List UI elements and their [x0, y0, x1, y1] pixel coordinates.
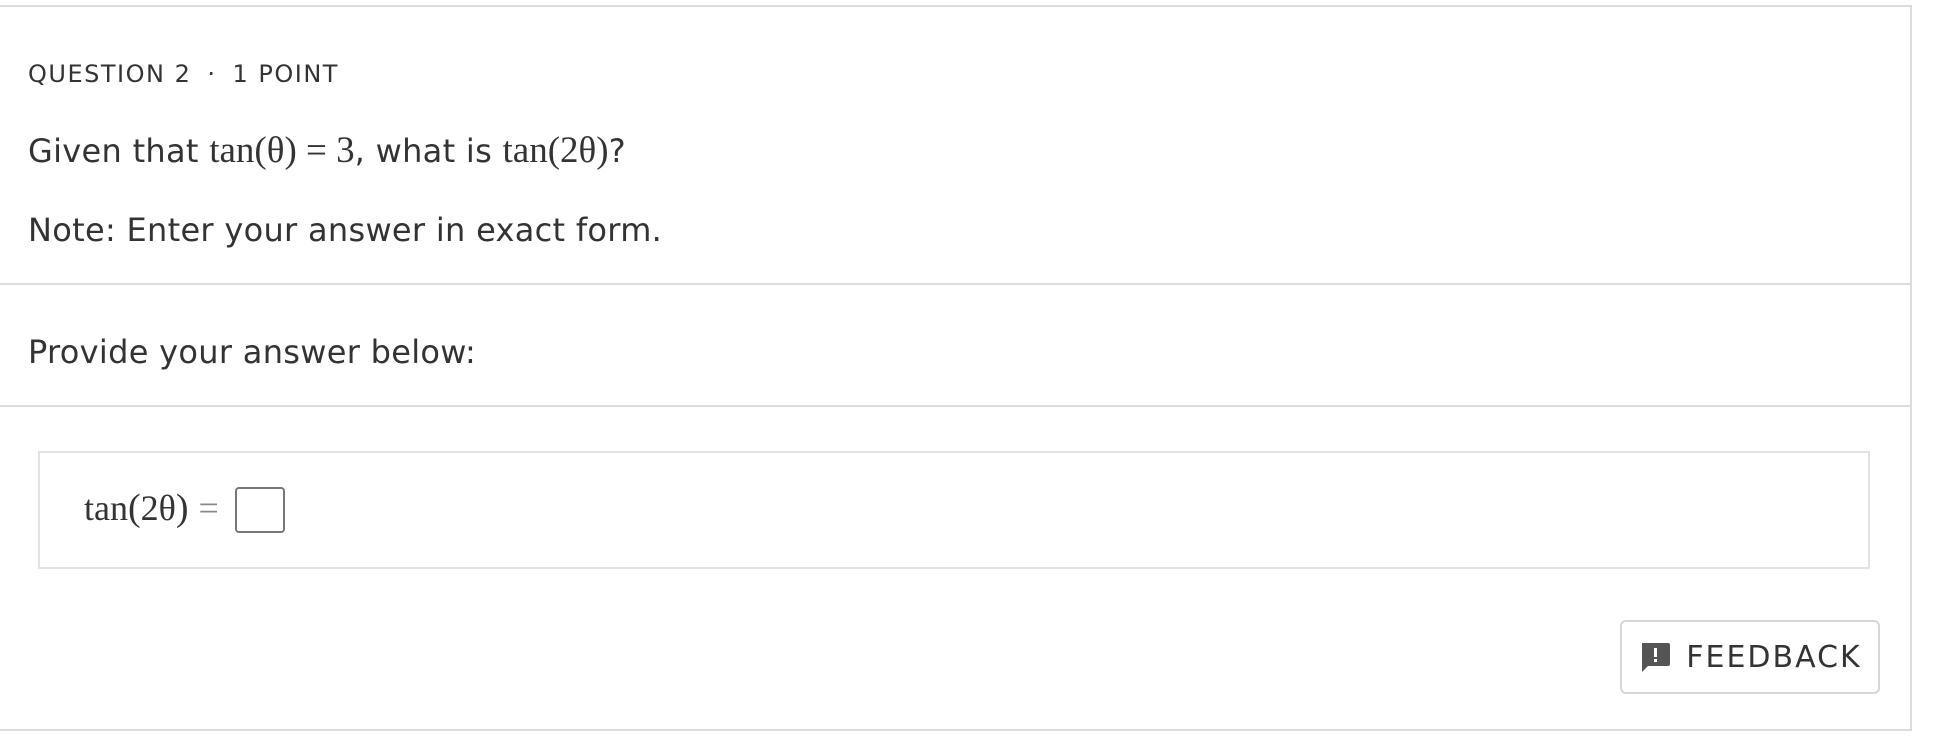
- expression-argument: 2θ: [140, 488, 176, 528]
- question-number: QUESTION 2: [28, 60, 192, 88]
- feedback-button[interactable]: FEEDBACK: [1620, 620, 1880, 694]
- feedback-icon: [1638, 640, 1672, 674]
- expression-equals: =: [198, 488, 219, 528]
- feedback-label: FEEDBACK: [1686, 639, 1862, 675]
- answer-input[interactable]: [235, 487, 285, 533]
- meta-separator: ·: [207, 60, 217, 88]
- expression-function: tan: [84, 488, 128, 528]
- expression-close-paren: ): [175, 487, 189, 529]
- prompt-suffix: ?: [608, 132, 626, 170]
- question-note: Note: Enter your answer in exact form.: [28, 211, 663, 249]
- prompt-math-given: tan(θ) = 3: [209, 130, 355, 171]
- expression-open-paren: (: [127, 487, 141, 529]
- question-header: QUESTION 2 · 1 POINT Given that tan(θ) = 3…: [0, 7, 1910, 285]
- answer-instruction: Provide your answer below:: [28, 333, 477, 371]
- answer-box: tan(2θ) =: [38, 451, 1870, 569]
- prompt-middle: , what is: [354, 132, 503, 170]
- question-meta: QUESTION 2 · 1 POINT: [28, 60, 339, 88]
- answer-expression: tan(2θ) =: [84, 486, 225, 530]
- prompt-prefix: Given that: [28, 132, 210, 170]
- question-points: 1 POINT: [232, 60, 339, 88]
- question-prompt: Given that tan(θ) = 3, what is tan(2θ)?: [28, 129, 626, 172]
- answer-instruction-section: Provide your answer below:: [0, 285, 1910, 407]
- prompt-math-asked: tan(2θ): [502, 130, 609, 171]
